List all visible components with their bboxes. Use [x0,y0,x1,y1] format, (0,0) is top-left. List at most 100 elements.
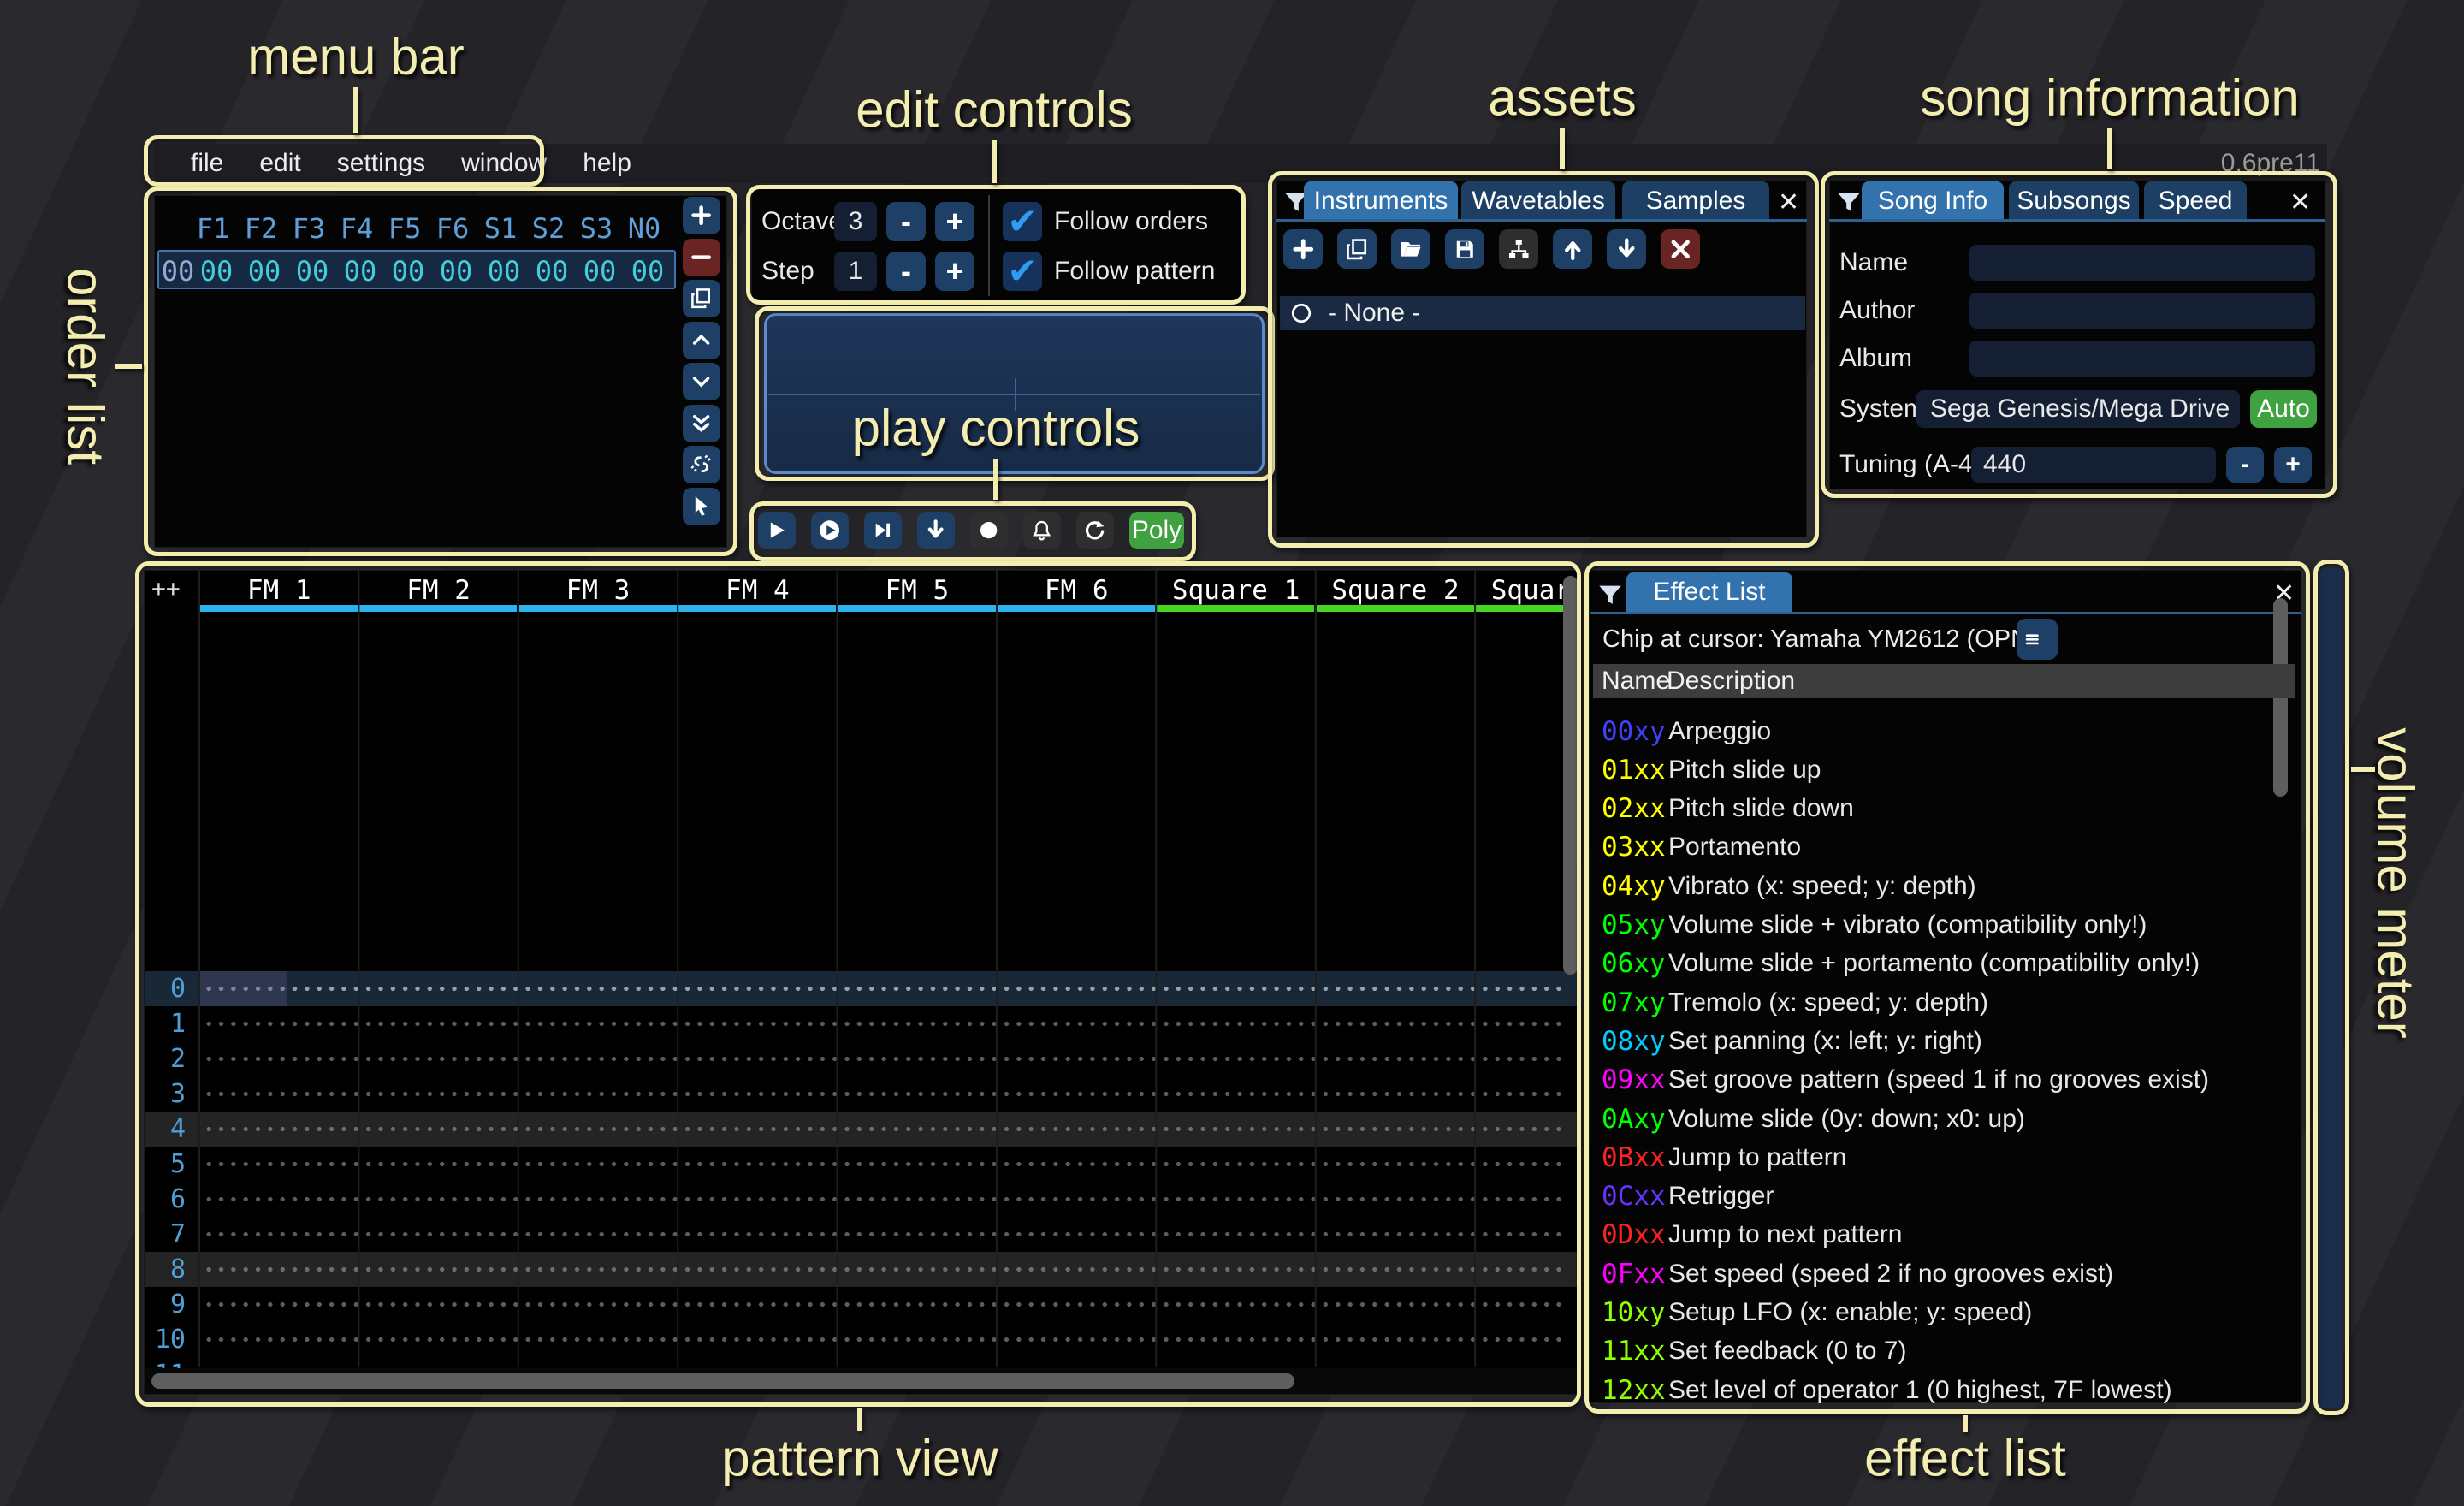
move-instrument-up-button[interactable] [1553,229,1592,269]
album-field[interactable] [1969,341,2315,376]
record-button[interactable] [970,512,1008,549]
order-cell[interactable]: 00 [432,255,480,288]
pattern-cells[interactable] [199,1252,1565,1287]
pattern-cells[interactable] [199,1006,1565,1041]
menu-settings[interactable]: settings [319,149,443,178]
octave-plus-button[interactable]: + [935,202,974,241]
pattern-cells[interactable] [199,971,1565,1006]
play-button[interactable] [758,512,796,549]
pattern-row[interactable]: 0 [145,971,1578,1006]
channel-header-fm-3[interactable]: FM 3 [518,576,678,605]
order-cell[interactable]: 00 [624,255,672,288]
pattern-cells[interactable] [199,1287,1565,1322]
pattern-vscrollbar[interactable] [1563,576,1578,975]
author-field[interactable] [1969,293,2315,329]
pattern-row[interactable]: 3 [145,1076,1578,1112]
follow-pattern-checkbox[interactable]: ✔ [1003,252,1042,291]
order-edit-mode-button[interactable] [683,488,720,525]
pattern-row[interactable]: 9 [145,1287,1578,1322]
duplicate-instrument-button[interactable] [1337,229,1377,269]
pattern-row[interactable]: 10 [145,1322,1578,1357]
order-cell[interactable]: 00 [192,255,240,288]
metronome-button[interactable] [1023,512,1061,549]
tuning-plus-button[interactable]: + [2274,447,2312,483]
repeat-pattern-button[interactable] [1076,512,1114,549]
order-row-selected[interactable]: 0000000000000000000000 [157,250,676,289]
instrument-list-item[interactable]: - None - [1280,296,1805,330]
pattern-cells[interactable] [199,1322,1565,1357]
channel-header-fm-5[interactable]: FM 5 [838,576,997,605]
tab-subsongs[interactable]: Subsongs [2009,181,2139,221]
add-order-button[interactable] [683,197,720,234]
tuning-field[interactable]: 440 [1971,447,2216,483]
channel-header-square-2[interactable]: Square 2 [1316,576,1475,605]
pattern-row[interactable]: 6 [145,1182,1578,1217]
song-filter-icon[interactable] [1834,187,1863,223]
octave-minus-button[interactable]: - [886,202,926,241]
move-order-down-button[interactable] [683,363,720,400]
pattern-hscrollbar[interactable] [151,1373,1294,1389]
name-field[interactable] [1969,245,2315,281]
instrument-folders-button[interactable] [1499,229,1538,269]
pattern-row[interactable]: 5 [145,1147,1578,1182]
pattern-cells[interactable] [199,1217,1565,1252]
pattern-row[interactable]: 2 [145,1041,1578,1076]
remove-order-button[interactable] [683,239,720,276]
pattern-row[interactable]: 7 [145,1217,1578,1252]
move-instrument-down-button[interactable] [1607,229,1646,269]
save-instrument-button[interactable] [1445,229,1484,269]
play-from-cursor-button[interactable] [811,512,849,549]
channel-header-fm-1[interactable]: FM 1 [199,576,358,605]
order-cell[interactable]: 00 [288,255,336,288]
menu-help[interactable]: help [565,149,649,178]
pattern-cells[interactable] [199,1147,1565,1182]
pattern-row[interactable]: 1 [145,1006,1578,1041]
tab-speed[interactable]: Speed [2144,181,2247,221]
channel-header-fm-2[interactable]: FM 2 [358,576,518,605]
tab-effect-list[interactable]: Effect List [1626,572,1792,612]
order-cell[interactable]: 00 [336,255,384,288]
assets-close-icon[interactable]: ✕ [1778,190,1799,216]
follow-orders-checkbox[interactable]: ✔ [1003,202,1042,241]
tab-samples[interactable]: Samples [1622,181,1769,221]
deep-clone-order-button[interactable] [683,446,720,483]
menu-window[interactable]: window [443,149,565,178]
order-cell[interactable]: 00 [480,255,528,288]
channel-header-fm-6[interactable]: FM 6 [997,576,1156,605]
move-order-up-button[interactable] [683,322,720,359]
channel-header-square-1[interactable]: Square 1 [1156,576,1315,605]
system-auto-button[interactable]: Auto [2250,390,2317,428]
tab-instruments[interactable]: Instruments [1304,181,1458,221]
tuning-minus-button[interactable]: - [2226,447,2264,483]
move-order-bottom-button[interactable] [683,405,720,442]
menu-edit[interactable]: edit [241,149,318,178]
pattern-cells[interactable] [199,1182,1565,1217]
order-cell[interactable]: 00 [384,255,432,288]
step-minus-button[interactable]: - [886,252,926,291]
song-info-close-icon[interactable]: ✕ [2289,190,2311,216]
step-value[interactable]: 1 [834,252,877,291]
step-one-row-button[interactable] [864,512,902,549]
open-instrument-button[interactable] [1391,229,1430,269]
pattern-cells[interactable] [199,1112,1565,1147]
pattern-row[interactable]: 4 [145,1112,1578,1147]
system-selector[interactable]: Sega Genesis/Mega Drive [1916,390,2240,428]
tab-song-info[interactable]: Song Info [1862,181,2004,221]
delete-instrument-button[interactable] [1661,229,1700,269]
add-instrument-button[interactable] [1283,229,1323,269]
menu-file[interactable]: file [173,149,241,178]
duplicate-order-button[interactable] [683,280,720,317]
pattern-row[interactable]: 8 [145,1252,1578,1287]
poly-button[interactable]: Poly [1129,512,1184,549]
pattern-cells[interactable] [199,1041,1565,1076]
pattern-cells[interactable] [199,1076,1565,1112]
tab-wavetables[interactable]: Wavetables [1461,181,1615,221]
channel-header-fm-4[interactable]: FM 4 [678,576,837,605]
stop-button[interactable] [917,512,955,549]
octave-value[interactable]: 3 [834,202,877,241]
order-cell[interactable]: 00 [576,255,624,288]
effect-filter-icon[interactable] [1596,579,1625,616]
order-cell[interactable]: 00 [528,255,576,288]
step-plus-button[interactable]: + [935,252,974,291]
order-cell[interactable]: 00 [240,255,288,288]
